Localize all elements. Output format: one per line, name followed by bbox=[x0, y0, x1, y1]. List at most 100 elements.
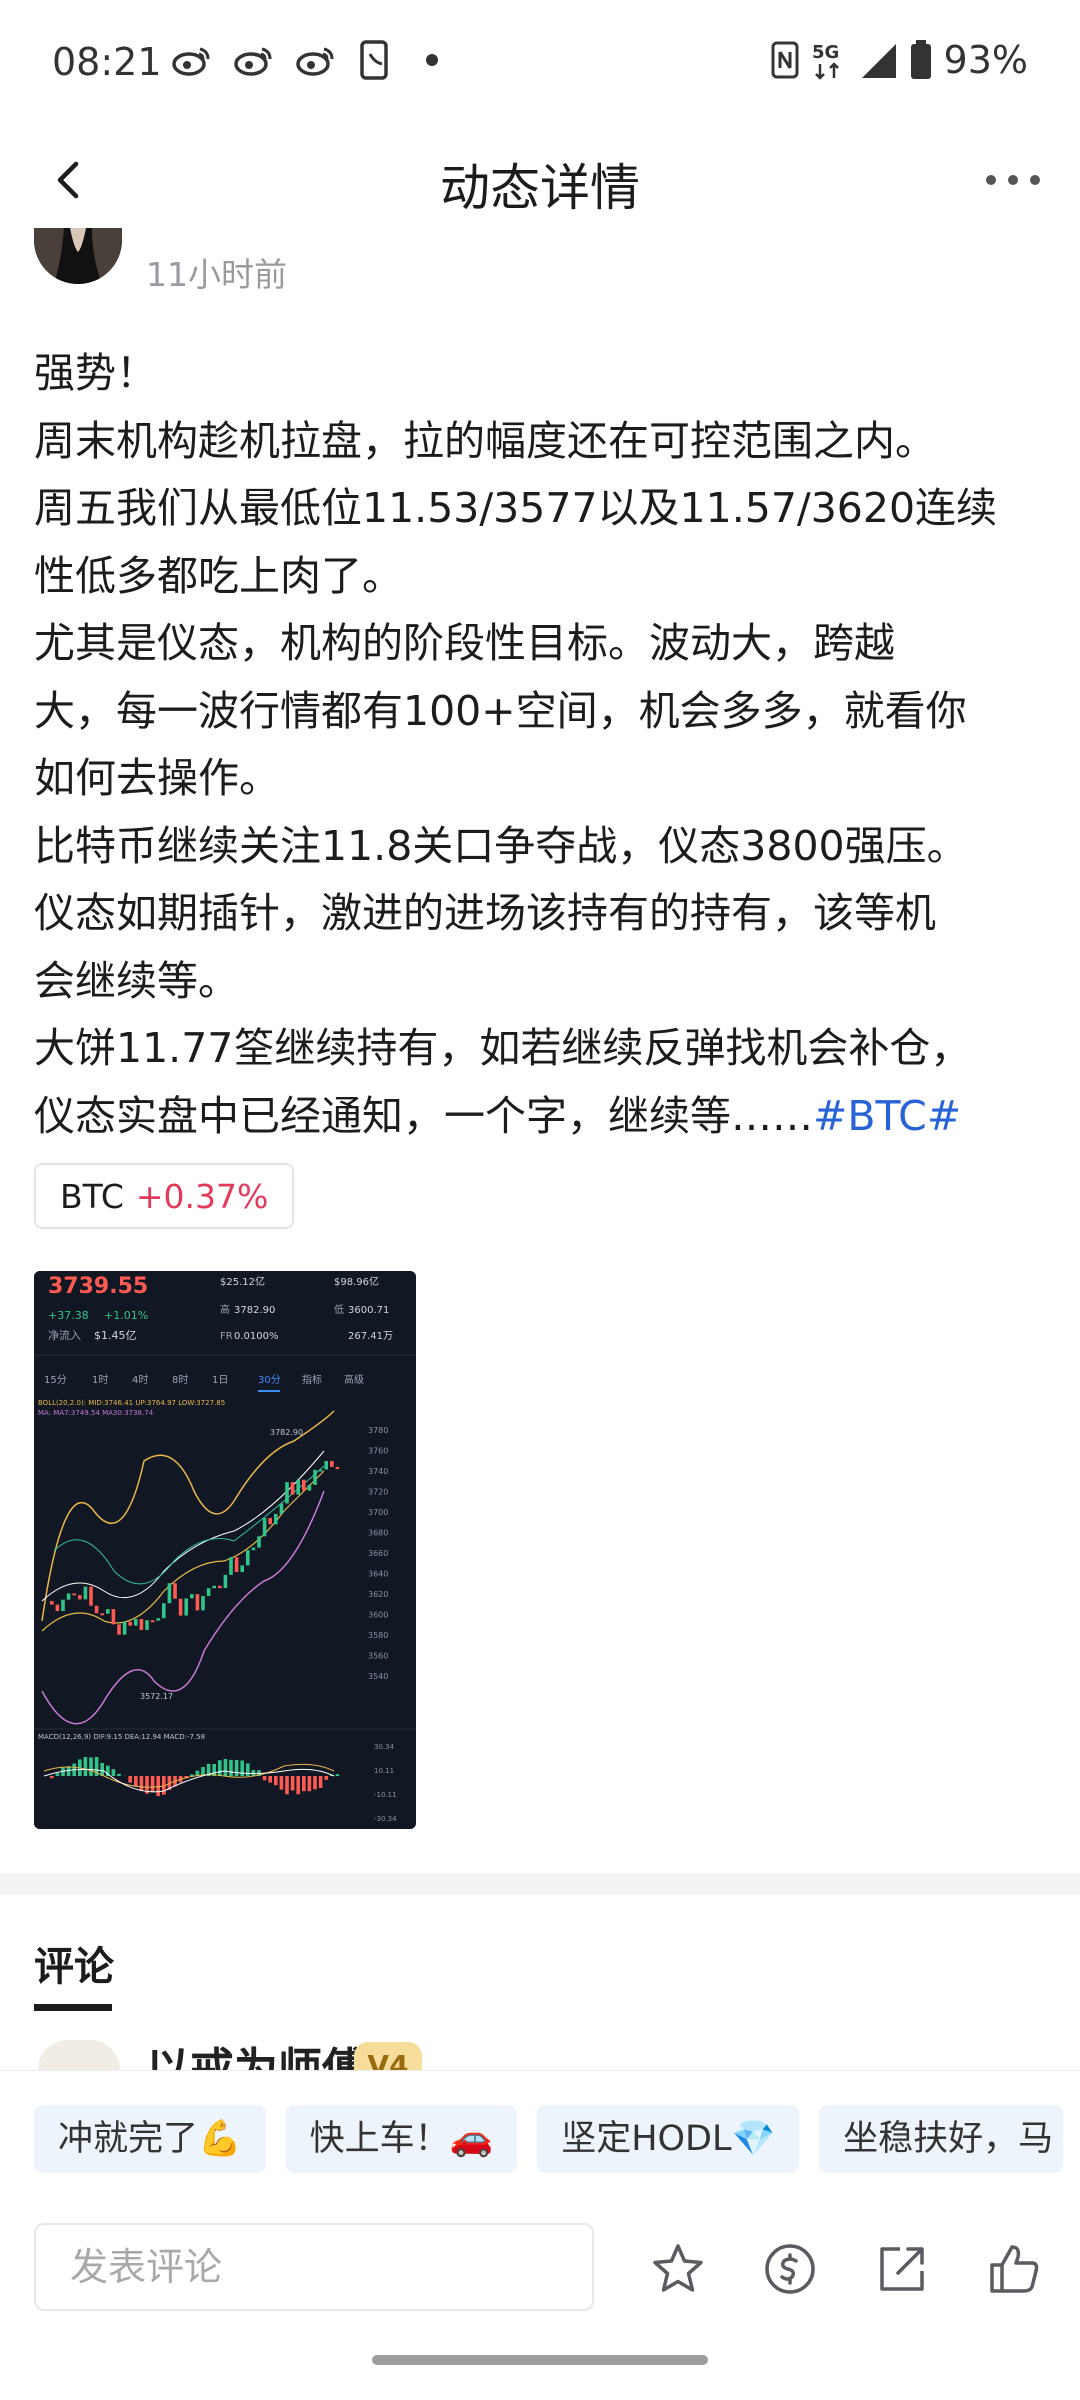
quick-reply-chip[interactable]: 冲就完了💪 bbox=[34, 2105, 266, 2173]
candle bbox=[240, 1565, 244, 1573]
candle bbox=[162, 1603, 166, 1619]
candle bbox=[223, 1574, 228, 1589]
timeframe-tab: 15分 bbox=[44, 1374, 67, 1386]
macd-bar bbox=[324, 1776, 328, 1780]
hashtag-link[interactable]: #BTC# bbox=[813, 1092, 961, 1140]
star-icon[interactable] bbox=[650, 2241, 706, 2297]
post-line: 会继续等。 bbox=[34, 956, 239, 1005]
post-line: 如何去操作。 bbox=[34, 754, 280, 802]
chart-y-tick: 3580 bbox=[368, 1631, 388, 1640]
candle bbox=[78, 1595, 82, 1600]
macd-tick: -30.34 bbox=[374, 1815, 397, 1823]
battery-icon bbox=[910, 40, 931, 79]
candle bbox=[274, 1513, 278, 1525]
nfc-icon bbox=[771, 41, 799, 79]
post-chart-image[interactable]: 3739.55 +37.38 +1.01% 净流入 $1.45亿 $25.12亿… bbox=[34, 1271, 416, 1829]
candle bbox=[100, 1613, 104, 1616]
timeframe-tab: 4时 bbox=[132, 1374, 148, 1386]
candle bbox=[117, 1624, 121, 1635]
post-line: 大，每一波行情都有100+空间，机会多多，就看你 bbox=[34, 686, 967, 735]
status-bar: 08:21 5G 93% bbox=[0, 0, 1080, 130]
timeframe-tab: 高级 bbox=[344, 1373, 364, 1386]
macd-bar bbox=[128, 1776, 132, 1783]
post-line: 比特币继续关注11.8关口争夺战，仪态3800强压。 bbox=[34, 821, 968, 870]
macd-bar bbox=[229, 1759, 233, 1776]
chart-y-tick: 3780 bbox=[368, 1426, 388, 1435]
macd-bar bbox=[313, 1776, 317, 1790]
timeframe-tab-active: 30分 bbox=[258, 1374, 281, 1386]
candle bbox=[61, 1599, 65, 1612]
macd-tick: 30.34 bbox=[374, 1743, 395, 1751]
more-dots-icon[interactable] bbox=[982, 160, 1044, 200]
chart-volume-24h: 267.41万 bbox=[348, 1331, 393, 1342]
post-line-text: 仪态实盘中已经通知，一个字，继续等…… bbox=[34, 1091, 813, 1140]
candle bbox=[72, 1593, 76, 1596]
chart-y-tick: 3680 bbox=[368, 1529, 388, 1538]
candle bbox=[279, 1503, 284, 1514]
candle bbox=[122, 1621, 127, 1635]
macd-bar bbox=[139, 1776, 144, 1792]
chart-price-change-pct: +1.01% bbox=[104, 1309, 148, 1322]
chart-y-tick: 3740 bbox=[368, 1467, 388, 1476]
macd-bar bbox=[234, 1760, 239, 1776]
chart-price: 3739.55 bbox=[48, 1274, 148, 1299]
timeframe-tab: 8时 bbox=[172, 1374, 188, 1386]
chart-funding-rate: 0.0100% bbox=[234, 1331, 279, 1342]
chart-fr-label: FR bbox=[220, 1331, 233, 1342]
macd-bar bbox=[296, 1776, 300, 1795]
candle bbox=[212, 1585, 216, 1589]
share-icon[interactable] bbox=[874, 2241, 930, 2297]
macd-bar bbox=[262, 1776, 267, 1781]
chart-net-inflow-label: 净流入 bbox=[48, 1328, 81, 1342]
comment-input[interactable]: 发表评论 bbox=[34, 2223, 594, 2311]
candle bbox=[257, 1536, 261, 1548]
page-header: 动态详情 bbox=[0, 130, 1080, 230]
macd-tick: -10.11 bbox=[374, 1791, 397, 1799]
thumbs-up-icon[interactable] bbox=[986, 2241, 1042, 2297]
weibo-icon bbox=[234, 47, 272, 76]
home-indicator[interactable] bbox=[372, 2355, 708, 2365]
comments-tab[interactable]: 评论 bbox=[34, 1934, 114, 1992]
macd-bar bbox=[302, 1776, 306, 1792]
macd-bar bbox=[212, 1764, 216, 1776]
candle bbox=[330, 1461, 334, 1467]
chart-y-tick: 3620 bbox=[368, 1590, 388, 1599]
candle bbox=[150, 1620, 155, 1623]
candle bbox=[234, 1557, 239, 1573]
candle bbox=[307, 1484, 312, 1491]
commenter-avatar[interactable] bbox=[38, 2040, 120, 2070]
macd-bar bbox=[50, 1776, 54, 1779]
author-avatar[interactable] bbox=[34, 228, 122, 284]
status-time: 08:21 bbox=[52, 40, 162, 84]
commenter-name[interactable]: 以戒为师傅 bbox=[146, 2040, 366, 2070]
macd-bar bbox=[285, 1776, 289, 1795]
candle bbox=[139, 1619, 144, 1630]
battery-percent: 93% bbox=[943, 38, 1028, 82]
candle bbox=[50, 1601, 54, 1605]
candle bbox=[83, 1586, 88, 1600]
candle bbox=[106, 1609, 110, 1614]
candle bbox=[313, 1469, 317, 1485]
macd-bar bbox=[268, 1776, 272, 1783]
network-label: 5G bbox=[812, 42, 839, 63]
candle bbox=[302, 1479, 306, 1491]
weibo-icon bbox=[296, 47, 334, 76]
network-5g-icon: 5G bbox=[812, 42, 839, 80]
macd-bar bbox=[150, 1776, 155, 1793]
chart-open-interest: $25.12亿 bbox=[220, 1275, 265, 1288]
candle bbox=[268, 1517, 272, 1525]
coin-tag[interactable]: BTC +0.37% bbox=[34, 1163, 295, 1229]
chart-marker-high: 3782.90 bbox=[270, 1428, 303, 1437]
quick-reply-chip[interactable]: 坚定HODL💎 bbox=[537, 2105, 800, 2173]
post-time: 11小时前 bbox=[146, 255, 287, 294]
macd-bar bbox=[156, 1776, 160, 1797]
bottom-bar: 冲就完了💪 快上车！🚗 坚定HODL💎 坐稳扶好，马 发表评论 bbox=[0, 2070, 1080, 2400]
quick-reply-chip[interactable]: 坐稳扶好，马 bbox=[819, 2105, 1064, 2173]
quick-reply-chip[interactable]: 快上车！🚗 bbox=[285, 2105, 518, 2173]
candle bbox=[246, 1550, 250, 1566]
coin-tip-icon[interactable] bbox=[762, 2241, 818, 2297]
chart-high: 3782.90 bbox=[234, 1305, 275, 1316]
candle bbox=[111, 1609, 116, 1625]
dot-icon bbox=[426, 54, 438, 66]
system-icons: 5G 93% bbox=[770, 38, 1028, 82]
